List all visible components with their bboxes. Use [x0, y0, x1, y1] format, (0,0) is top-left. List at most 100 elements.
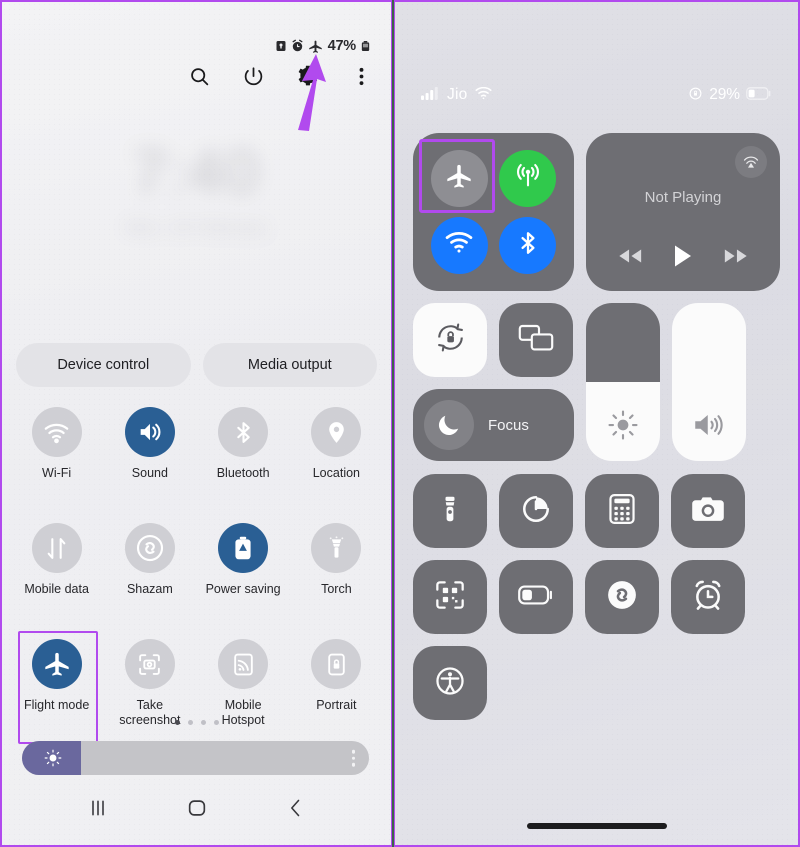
toggle-power-saving[interactable]: Power saving: [197, 515, 290, 625]
calculator-icon: [608, 494, 636, 529]
page-dot[interactable]: [175, 720, 180, 725]
wifi-icon: [445, 231, 473, 260]
toggle-location[interactable]: Location: [290, 399, 383, 509]
sound-icon: [125, 407, 175, 457]
wifi-icon: [32, 407, 82, 457]
toggle-label: Bluetooth: [217, 466, 270, 481]
focus-toggle[interactable]: Focus: [413, 389, 574, 461]
power-icon[interactable]: [241, 64, 265, 88]
cellular-data-toggle[interactable]: [499, 150, 556, 207]
flashlight-tile[interactable]: [413, 474, 487, 548]
screen-mirroring-toggle[interactable]: [499, 303, 573, 377]
settings-gear-icon[interactable]: [295, 64, 319, 88]
control-center-modules: Not Playing: [413, 133, 780, 720]
brightness-more-options-icon[interactable]: [352, 750, 356, 767]
lock-icon: [275, 39, 287, 53]
volume-slider[interactable]: [672, 303, 746, 461]
battery-percent-label: 29%: [709, 86, 740, 104]
media-output-label: Media output: [248, 357, 332, 373]
page-dot[interactable]: [214, 720, 219, 725]
brightness-slider[interactable]: [586, 303, 660, 461]
device-control-button[interactable]: Device control: [16, 343, 191, 387]
toggle-label: Flight mode: [24, 698, 89, 713]
more-options-icon[interactable]: [349, 64, 373, 88]
power-saving-icon: [218, 523, 268, 573]
cc-middle-row: Focus: [413, 303, 780, 461]
quick-settings-grid: Wi-Fi Sound Bluetooth: [10, 399, 383, 741]
shazam-icon: [605, 578, 639, 617]
cellular-signal-icon: [421, 87, 439, 104]
recents-icon[interactable]: [78, 788, 118, 828]
battery-icon: [360, 39, 371, 53]
connectivity-module: [413, 133, 574, 291]
back-icon[interactable]: [276, 788, 316, 828]
android-navigation-bar: [2, 785, 391, 831]
focus-label: Focus: [488, 417, 529, 434]
bluetooth-icon: [515, 229, 541, 262]
rotation-lock-icon: [434, 321, 467, 359]
toggle-label: Sound: [132, 466, 168, 481]
alarm-tile[interactable]: [671, 560, 745, 634]
search-icon[interactable]: [187, 64, 211, 88]
lockscreen-clock-blurred: 7:40 Mon, 20 February: [2, 142, 391, 238]
shazam-icon: [125, 523, 175, 573]
code-scanner-tile[interactable]: [413, 560, 487, 634]
battery-percent-label: 47%: [328, 38, 356, 54]
toggle-label: Mobile data: [24, 582, 89, 597]
lockscreen-date: Mon, 20 February: [2, 218, 391, 238]
screenshot-stage: 47%: [0, 0, 800, 847]
brightness-icon: [608, 410, 638, 445]
ios-control-center-panel: Jio 29%: [394, 0, 800, 847]
media-controls: [586, 244, 780, 273]
camera-icon: [691, 495, 725, 528]
brightness-slider[interactable]: [22, 741, 369, 775]
wifi-toggle[interactable]: [431, 217, 488, 274]
airplane-mode-toggle[interactable]: [431, 150, 488, 207]
toggle-label: Portrait: [316, 698, 356, 713]
carrier-label: Jio: [447, 86, 467, 104]
camera-tile[interactable]: [671, 474, 745, 548]
toggle-label: Power saving: [206, 582, 281, 597]
toggle-bluetooth[interactable]: Bluetooth: [197, 399, 290, 509]
rotation-lock-toggle[interactable]: [413, 303, 487, 377]
timer-tile[interactable]: [499, 474, 573, 548]
airplay-icon[interactable]: [735, 146, 767, 178]
alarm-icon: [291, 39, 304, 53]
moon-icon: [424, 400, 474, 450]
home-indicator[interactable]: [527, 823, 667, 829]
android-quick-settings-panel: 47%: [0, 0, 392, 847]
toggle-wifi[interactable]: Wi-Fi: [10, 399, 103, 509]
toggle-torch[interactable]: Torch: [290, 515, 383, 625]
calculator-tile[interactable]: [585, 474, 659, 548]
play-icon[interactable]: [673, 244, 693, 273]
bluetooth-toggle[interactable]: [499, 217, 556, 274]
torch-icon: [311, 523, 361, 573]
toggle-label: Shazam: [127, 582, 173, 597]
toggle-label: Wi-Fi: [42, 466, 71, 481]
home-icon[interactable]: [177, 788, 217, 828]
rewind-icon[interactable]: [617, 247, 643, 270]
low-power-mode-tile[interactable]: [499, 560, 573, 634]
accessibility-tile[interactable]: [413, 646, 487, 720]
ios-status-bar: Jio 29%: [395, 84, 798, 106]
fast-forward-icon[interactable]: [723, 247, 749, 270]
airplane-icon: [32, 639, 82, 689]
toggle-label: Location: [313, 466, 360, 481]
android-quick-panel-header: [187, 64, 373, 88]
lockscreen-time: 7:40: [2, 142, 391, 204]
toggle-label: Torch: [321, 582, 352, 597]
cellular-antenna-icon: [514, 162, 542, 195]
media-playback-module[interactable]: Not Playing: [586, 133, 780, 291]
brightness-fill: [586, 303, 660, 382]
toggle-sound[interactable]: Sound: [103, 399, 196, 509]
page-dot[interactable]: [201, 720, 206, 725]
cc-top-row: Not Playing: [413, 133, 780, 291]
battery-icon: [746, 87, 772, 104]
shazam-tile[interactable]: [585, 560, 659, 634]
toggle-shazam[interactable]: Shazam: [103, 515, 196, 625]
mobile-data-icon: [32, 523, 82, 573]
media-output-button[interactable]: Media output: [203, 343, 378, 387]
toggle-mobile-data[interactable]: Mobile data: [10, 515, 103, 625]
qr-scanner-icon: [434, 579, 466, 616]
page-dot[interactable]: [188, 720, 193, 725]
